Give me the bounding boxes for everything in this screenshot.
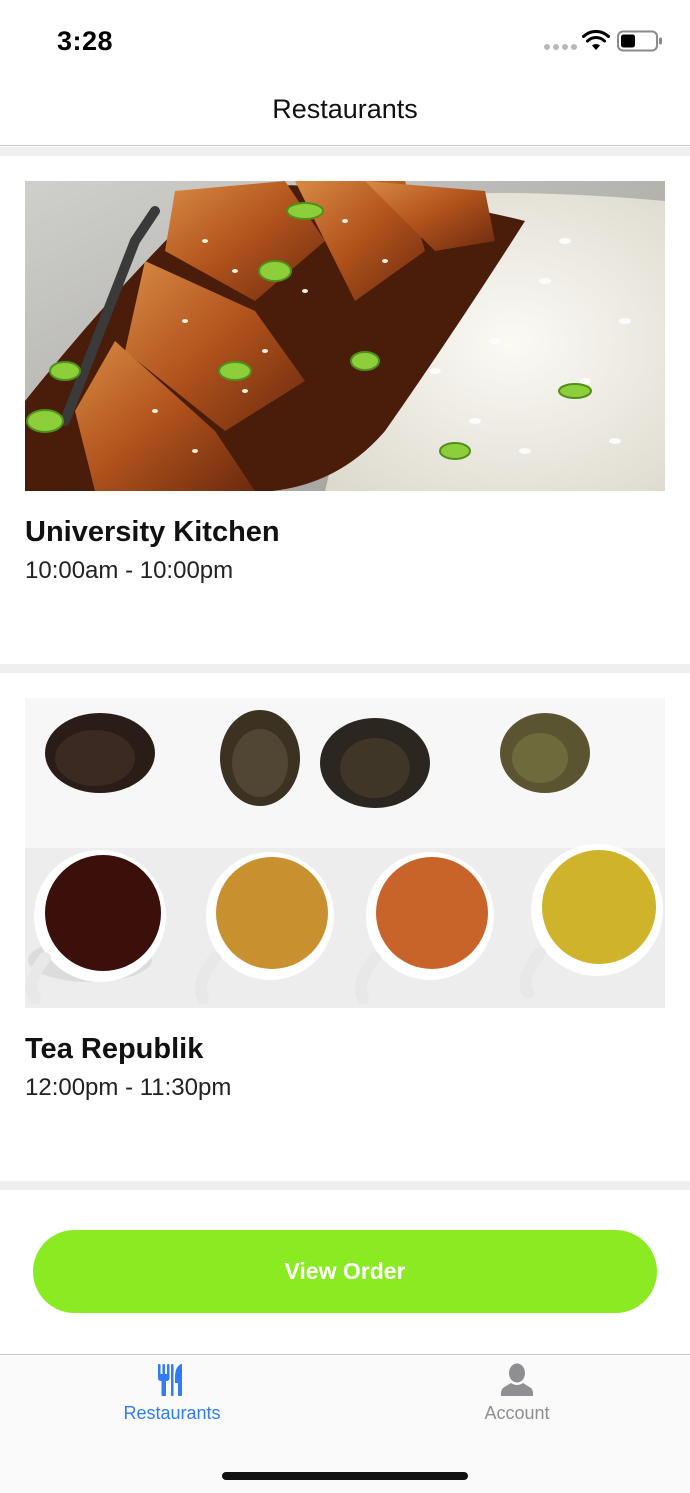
restaurant-card-tea-republik[interactable]: Tea Republik 12:00pm - 11:30pm <box>0 673 690 1181</box>
restaurant-name: Tea Republik <box>25 1033 204 1065</box>
view-order-button[interactable]: View Order <box>33 1230 657 1313</box>
tab-label: Account <box>484 1403 550 1423</box>
tab-account[interactable]: Account <box>417 1363 617 1424</box>
status-bar: 3:28 <box>0 0 690 80</box>
signal-icon <box>544 44 577 50</box>
order-footer: View Order <box>0 1188 690 1354</box>
battery-icon <box>617 30 662 52</box>
tab-label: Restaurants <box>123 1403 221 1423</box>
user-icon <box>501 1363 533 1396</box>
tab-bar: Restaurants Account <box>0 1354 690 1493</box>
restaurant-hours: 12:00pm - 11:30pm <box>25 1074 232 1101</box>
list-separator <box>0 664 690 673</box>
status-time: 3:28 <box>57 26 114 56</box>
fork-knife-icon <box>158 1364 182 1396</box>
tab-restaurants[interactable]: Restaurants <box>72 1363 272 1424</box>
restaurant-name: University Kitchen <box>25 516 280 548</box>
home-indicator <box>222 1472 468 1480</box>
restaurant-photo-teriyaki-chicken <box>25 181 665 491</box>
restaurant-photo-tea <box>25 698 665 1008</box>
restaurant-card-university-kitchen[interactable]: University Kitchen 10:00am - 10:00pm <box>0 156 690 664</box>
wifi-icon <box>582 30 610 50</box>
page-title: Restaurants <box>272 94 418 124</box>
restaurant-hours: 10:00am - 10:00pm <box>25 557 234 584</box>
list-separator <box>0 147 690 156</box>
navigation-bar: Restaurants <box>0 80 690 146</box>
restaurant-list[interactable]: University Kitchen 10:00am - 10:00pm Tea… <box>0 147 690 1190</box>
